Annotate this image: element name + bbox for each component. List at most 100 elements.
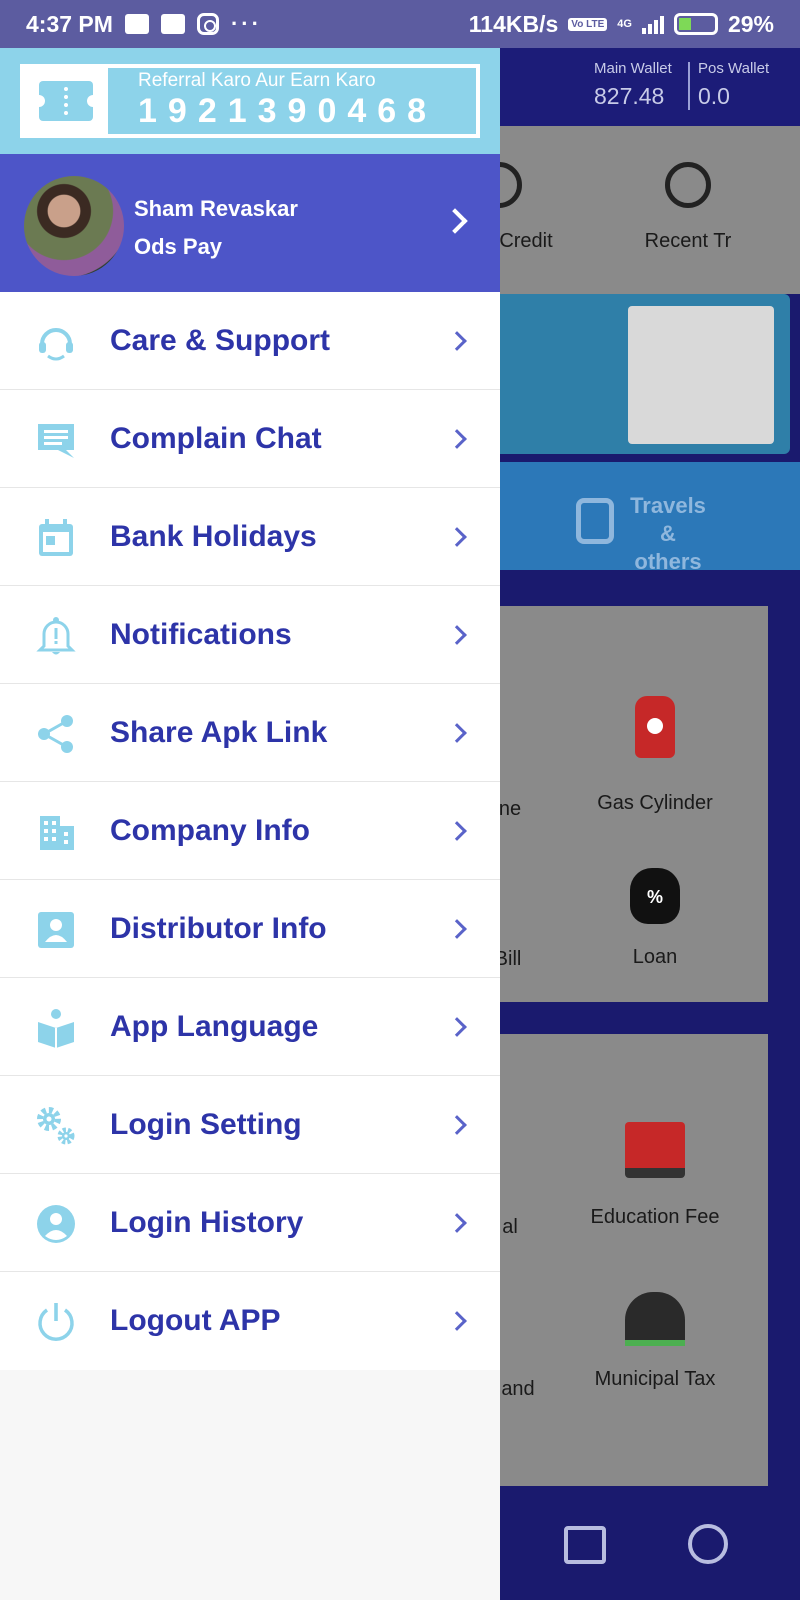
gift-icon: [564, 1526, 606, 1564]
referral-card[interactable]: Referral Karo Aur Earn Karo 1921390468: [20, 64, 480, 138]
chevron-right-icon: [447, 723, 467, 743]
profile-company: Ods Pay: [134, 234, 223, 259]
quick-recent: Recent Tr: [628, 162, 748, 253]
pos-wallet-value: 0.0: [698, 83, 730, 109]
power-icon: [38, 1303, 74, 1341]
chevron-right-icon: [447, 1311, 467, 1331]
chevron-right-icon: [447, 331, 467, 351]
menu-label: Complain Chat: [110, 421, 322, 455]
main-wallet-label: Main Wallet: [594, 60, 672, 77]
message-icon-2: [160, 14, 185, 34]
service-municipal-tax: Municipal Tax: [565, 1292, 745, 1391]
wallet-divider: [688, 62, 690, 110]
service-education-fee: Education Fee: [565, 1122, 745, 1229]
chevron-right-icon: [447, 919, 467, 939]
menu-item-bank-holidays[interactable]: Bank Holidays: [0, 488, 500, 586]
status-time: 4:37 PM: [26, 10, 113, 37]
chevron-right-icon: [442, 208, 468, 234]
credit-icon: [500, 162, 522, 208]
menu-item-care-support[interactable]: Care & Support: [0, 292, 500, 390]
menu-label: Share Apk Link: [110, 715, 328, 749]
chevron-right-icon: [447, 625, 467, 645]
bell-icon: [36, 617, 76, 655]
referral-title: Referral Karo Aur Earn Karo: [138, 70, 376, 91]
profile-name: Sham Revaskar: [134, 196, 298, 221]
menu-label: Care & Support: [110, 323, 331, 357]
service-label: Education Fee: [590, 1206, 720, 1228]
main-wallet: Main Wallet 827.48: [594, 60, 672, 110]
chevron-right-icon: [447, 1115, 467, 1135]
main-wallet-value: 827.48: [594, 83, 665, 109]
building-icon: [40, 816, 74, 850]
quick-credit: Credit: [500, 162, 566, 253]
gears-icon: [37, 1107, 75, 1145]
menu-item-login-setting[interactable]: Login Setting: [0, 1076, 500, 1174]
user-circle-icon: [37, 1205, 75, 1243]
background-app: Main Wallet 827.48 Pos Wallet 0.0 Credit…: [500, 48, 800, 1600]
volte-icon: Vo LTE: [568, 17, 608, 31]
chevron-right-icon: [447, 527, 467, 547]
service-label: Loan: [632, 946, 678, 968]
gas-cylinder-icon: [635, 696, 675, 758]
contact-card-icon: [38, 912, 74, 948]
pos-wallet-label: Pos Wallet: [698, 60, 770, 77]
calendar-icon: [39, 519, 73, 556]
menu-label: Login History: [110, 1205, 304, 1239]
service-label: al: [502, 1216, 518, 1238]
menu-label: Company Info: [110, 813, 310, 847]
quick-actions: Credit Recent Tr: [500, 126, 800, 294]
services-card-2: al Education Fee and Municipal Tax: [500, 1034, 768, 1486]
navigation-drawer: Referral Karo Aur Earn Karo 1921390468 S…: [0, 48, 500, 1600]
menu-item-app-language[interactable]: App Language: [0, 978, 500, 1076]
menu-label: Logout APP: [110, 1304, 281, 1337]
referral-text: Referral Karo Aur Earn Karo 1921390468: [108, 68, 437, 134]
chevron-right-icon: [447, 429, 467, 449]
service-label: Bill: [500, 948, 522, 970]
menu-item-login-history[interactable]: Login History: [0, 1174, 500, 1272]
wallet-bar: Main Wallet 827.48 Pos Wallet 0.0: [500, 48, 800, 126]
chevron-right-icon: [447, 1213, 467, 1233]
menu-item-distributor-info[interactable]: Distributor Info: [0, 880, 500, 978]
menu-item-complain-chat[interactable]: Complain Chat: [0, 390, 500, 488]
share-icon: [38, 715, 73, 753]
drawer-menu: Care & Support Complain Chat Bank Holida…: [0, 292, 500, 1370]
menu-label: Notifications: [110, 617, 292, 651]
chevron-right-icon: [447, 821, 467, 841]
service-label: Municipal Tax: [594, 1368, 716, 1390]
message-icon: [124, 14, 149, 34]
menu-label: Bank Holidays: [110, 519, 317, 553]
services-card-1: ne Gas Cylinder Bill % Loan: [500, 606, 768, 1002]
network-speed: 114KB/s: [468, 10, 559, 37]
profile-header[interactable]: Sham Revaskar Ods Pay: [0, 154, 500, 292]
referral-banner: Referral Karo Aur Earn Karo 1921390468: [0, 48, 500, 154]
support-icon: [39, 328, 73, 361]
menu-label: Login Setting: [110, 1107, 302, 1141]
battery-level: 29%: [727, 10, 774, 37]
travel-label: Travels & others: [630, 493, 706, 574]
banner-image: [628, 306, 774, 444]
more-notifications-icon: ···: [230, 11, 262, 36]
menu-item-logout[interactable]: Logout APP: [0, 1272, 500, 1370]
history-nav-icon: [688, 1524, 728, 1564]
menu-item-share-apk[interactable]: Share Apk Link: [0, 684, 500, 782]
menu-item-company-info[interactable]: Company Info: [0, 782, 500, 880]
loan-bag-icon: %: [630, 868, 680, 924]
service-label: Gas Cylinder: [597, 792, 713, 814]
municipal-building-icon: [625, 1292, 685, 1346]
service-label: and: [501, 1378, 535, 1400]
referral-code: 1921390468: [138, 92, 438, 130]
travel-tab: Travels & others: [500, 462, 800, 574]
network-type: 4G: [617, 18, 632, 30]
instagram-icon: [196, 13, 219, 35]
history-icon: [665, 162, 711, 208]
service-label: ne: [500, 798, 522, 820]
signal-icon: [641, 14, 664, 34]
chevron-right-icon: [447, 1017, 467, 1037]
ticket-icon: [33, 81, 99, 121]
menu-item-notifications[interactable]: Notifications: [0, 586, 500, 684]
status-bar: 4:37 PM ··· 114KB/s Vo LTE 4G 29%: [0, 0, 800, 48]
bottom-nav: [500, 1488, 800, 1600]
quick-credit-label: Credit: [500, 230, 553, 252]
education-book-icon: [625, 1122, 685, 1178]
pos-wallet: Pos Wallet 0.0: [698, 60, 769, 110]
